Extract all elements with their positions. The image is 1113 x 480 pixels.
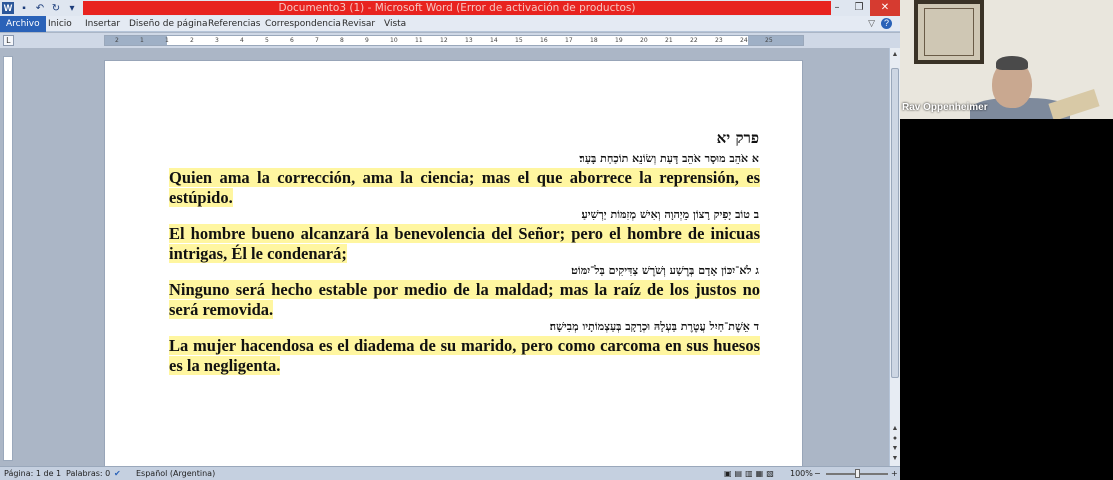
word-window: W ▪ ↶ ↻ ▾ Documento3 (1) - Microsoft Wor… [0,0,900,480]
ruler-number: 2 [190,37,194,44]
spanish-verse-3-text: Ninguno será hecho estable por medio de … [169,280,760,319]
spanish-verse-1: Quien ama la corrección, ama la ciencia;… [169,168,760,208]
minimize-button[interactable]: – [826,0,848,16]
proofing-icon[interactable]: ✔ [114,469,121,478]
ruler-number: 6 [290,37,294,44]
spanish-verse-3: Ninguno será hecho estable por medio de … [169,280,760,320]
vertical-ruler[interactable] [3,56,13,461]
spanish-verse-2: El hombre bueno alcanzará la benevolenci… [169,224,760,264]
hebrew-verse-3: ג לֹא־יִכּוֹן אָדָם בְּרֶשַׁע וְשֹׁרֶשׁ … [571,264,759,277]
ruler-number: 21 [665,37,673,44]
scroll-down-page-icon[interactable]: ▼ [890,444,900,454]
customize-icon[interactable]: ▾ [66,2,78,14]
participant-name: Rav Oppenheimer [902,102,988,113]
person-hair [996,56,1028,70]
ruler-number: 19 [615,37,623,44]
redo-icon[interactable]: ↻ [50,2,62,14]
ruler-number: 1 [140,37,144,44]
ruler-number: 23 [715,37,723,44]
tab-referencias[interactable]: Referencias [208,16,261,32]
window-title: Documento3 (1) - Microsoft Word (Error d… [83,1,831,15]
chapter-heading: פרק יא [716,129,759,147]
page-count[interactable]: Página: 1 de 1 [4,469,61,478]
ruler-number: 2 [115,37,119,44]
ruler-number: 17 [565,37,573,44]
ruler-number: 10 [390,37,398,44]
undo-icon[interactable]: ↶ [34,2,46,14]
word-icon[interactable]: W [2,2,14,14]
ruler-number: 18 [590,37,598,44]
status-bar: Página: 1 de 1 Palabras: 0 ✔ Español (Ar… [0,466,900,480]
select-browse-object-icon[interactable]: ● [890,434,900,444]
tab-vista[interactable]: Vista [384,16,406,32]
ruler-number: 9 [365,37,369,44]
view-buttons-icon[interactable]: ▣▤▥▦▧ [724,469,777,478]
ruler-number: 25 [765,37,773,44]
tab-selector-icon[interactable]: L [3,35,14,46]
tab-diseno-pagina[interactable]: Diseño de página [129,16,208,32]
ruler-number: 4 [240,37,244,44]
language[interactable]: Español (Argentina) [136,469,215,478]
ruler-number: 12 [440,37,448,44]
ribbon-tabs: Archivo Inicio Insertar Diseño de página… [0,16,900,32]
scroll-down-icon[interactable]: ▼ [890,454,900,464]
ruler-number: 5 [265,37,269,44]
ruler-number: 7 [315,37,319,44]
hebrew-verse-2: ב טוֹב יָפִיק רָצוֹן מֵיְהוָה וְאִישׁ מְ… [581,208,759,221]
ruler-bar: L 2 1 1 2 3 4 5 6 7 8 9 10 11 12 13 14 15 16 17 18 19 20 21 22 2… [0,33,900,48]
ruler-number: 22 [690,37,698,44]
document-page[interactable]: פרק יא א אֹהֵב מוּסָר אֹהֵב דָּעַת וְשׂו… [104,60,803,470]
help-icon[interactable]: ? [881,18,892,29]
tab-inicio[interactable]: Inicio [48,16,72,32]
ruler-number: 13 [465,37,473,44]
zoom-in-icon[interactable]: + [891,469,898,478]
ruler-number: 1 [165,37,169,44]
ribbon-right-icons: ▽ ? [868,18,892,29]
tab-insertar[interactable]: Insertar [85,16,120,32]
window-controls: – ❐ ✕ [826,0,900,16]
tab-correspondencia[interactable]: Correspondencia [265,16,341,32]
hebrew-verse-4: ד אֵשֶׁת־חַיִל עֲטֶרֶת בַּעְלָהּ וּכְרָק… [549,320,759,333]
title-bar: W ▪ ↶ ↻ ▾ Documento3 (1) - Microsoft Wor… [0,0,900,16]
spanish-verse-4: La mujer hacendosa es el diadema de su m… [169,336,760,376]
spanish-verse-4-text: La mujer hacendosa es el diadema de su m… [169,336,760,375]
webcam-video: Rav Oppenheimer [900,0,1113,119]
spanish-verse-2-text: El hombre bueno alcanzará la benevolenci… [169,224,760,263]
scrollbar-thumb[interactable] [891,68,899,378]
ruler-right-margin [748,36,803,45]
ruler-number: 20 [640,37,648,44]
scroll-up-page-icon[interactable]: ▲ [890,424,900,434]
ruler-number: 16 [540,37,548,44]
zoom-level[interactable]: 100% [790,469,813,478]
horizontal-ruler[interactable]: 2 1 1 2 3 4 5 6 7 8 9 10 11 12 13 14 15 16 17 18 19 20 21 22 23 2… [104,35,804,46]
tab-revisar[interactable]: Revisar [342,16,375,32]
ruler-number: 8 [340,37,344,44]
ruler-number: 3 [215,37,219,44]
ruler-number: 14 [490,37,498,44]
scroll-up-icon[interactable]: ▲ [890,50,900,60]
restore-button[interactable]: ❐ [848,0,870,16]
save-icon[interactable]: ▪ [18,2,30,14]
close-button[interactable]: ✕ [870,0,900,16]
vertical-scrollbar[interactable]: ▲ ▲ ● ▼ ▼ [889,48,900,466]
quick-access-toolbar: W ▪ ↶ ↻ ▾ [2,1,78,15]
ruler-number: 24 [740,37,748,44]
spanish-verse-1-text: Quien ama la corrección, ama la ciencia;… [169,168,760,207]
hebrew-verse-1: א אֹהֵב מוּסָר אֹהֵב דָּעַת וְשׂוֹנֵא תו… [579,152,759,165]
ruler-number: 15 [515,37,523,44]
zoom-slider-thumb[interactable] [855,469,860,478]
ruler-number: 11 [415,37,423,44]
wall-picture-frame [914,0,984,64]
minimize-ribbon-icon[interactable]: ▽ [868,18,875,29]
tab-archivo[interactable]: Archivo [0,16,46,32]
zoom-out-icon[interactable]: − [814,469,821,478]
book [1048,89,1100,119]
word-count[interactable]: Palabras: 0 [66,469,110,478]
